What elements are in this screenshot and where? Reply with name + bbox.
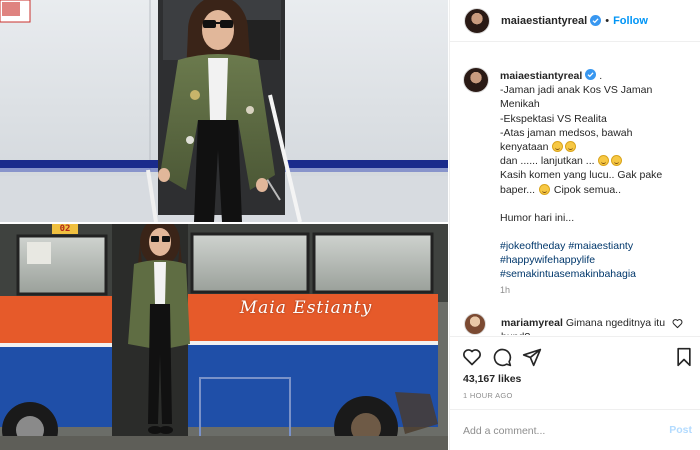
heart-icon[interactable] xyxy=(462,347,482,367)
share-icon[interactable] xyxy=(522,347,542,367)
verified-badge-icon xyxy=(585,69,597,80)
caption-username[interactable]: maiaestiantyreal xyxy=(500,70,582,82)
caption-text: maiaestiantyreal . -Jaman jadi anak Kos … xyxy=(500,69,696,282)
photo-airplane xyxy=(0,0,448,222)
like-count[interactable]: 43,167 likes xyxy=(463,373,521,385)
post-header: maiaestiantyreal • Follow xyxy=(450,0,700,42)
add-comment-bar: Post xyxy=(449,409,700,450)
hashtag-link[interactable]: #jokeoftheday xyxy=(500,240,565,252)
airplane-scene xyxy=(0,0,448,222)
commenter-username[interactable]: mariamyreal xyxy=(501,317,563,329)
caption-line: -Atas jaman medsos, bawah xyxy=(500,126,633,139)
hashtag-link[interactable]: #semakintuasemakinbahagia xyxy=(500,267,696,281)
comment-item: mariamyreal Gimana ngeditnya itu bund? xyxy=(464,313,694,335)
header-username[interactable]: maiaestiantyreal xyxy=(501,15,587,27)
caption-line: Humor hari ini... xyxy=(500,211,575,224)
laughing-emoji-icon xyxy=(552,141,564,153)
comment-icon[interactable] xyxy=(492,347,512,367)
posted-time: 1 HOUR AGO xyxy=(463,391,513,400)
caption-line: . xyxy=(596,70,603,82)
caption-line: -Jaman jadi anak Kos VS Jaman xyxy=(500,84,653,97)
laughing-emoji-icon xyxy=(565,141,577,153)
caption-line: kenyataan xyxy=(500,141,549,154)
comment-like-heart-icon[interactable] xyxy=(672,318,683,329)
avatar[interactable] xyxy=(464,7,490,34)
time-ago: 1h xyxy=(500,285,511,295)
hashtag-link[interactable]: #maiaestianty xyxy=(568,240,633,252)
post-image[interactable]: 02 Maia Estianty xyxy=(0,0,448,450)
action-bar xyxy=(449,336,700,376)
caption-line: dan ...... lanjutkan ... xyxy=(500,155,595,168)
commenter-avatar[interactable] xyxy=(464,313,486,335)
bus-sign-text: Maia Estianty xyxy=(239,298,373,318)
laughing-emoji-icon xyxy=(611,155,623,167)
bus-route-number: 02 xyxy=(52,224,78,234)
caption-line: Menikah xyxy=(500,98,540,111)
post-comment-button[interactable]: Post xyxy=(669,424,692,436)
verified-badge-icon xyxy=(590,15,602,26)
caption-line: Kasih komen yang lucu.. Gak pake xyxy=(500,169,663,182)
hashtag-link[interactable]: #happywifehappylife xyxy=(500,253,696,267)
caption-line: baper... xyxy=(500,183,536,196)
caption-avatar[interactable] xyxy=(463,67,489,93)
header-separator: • xyxy=(605,14,610,27)
comment-text: mariamyreal Gimana ngeditnya itu bund? xyxy=(501,316,671,335)
caption-line: -Ekspektasi VS Realita xyxy=(500,112,607,125)
follow-button[interactable]: Follow xyxy=(613,15,648,27)
comment-input[interactable] xyxy=(463,422,658,439)
bus-scene xyxy=(0,224,448,450)
photo-bus xyxy=(0,224,448,450)
laughing-emoji-icon xyxy=(598,155,610,167)
bookmark-icon[interactable] xyxy=(674,347,694,367)
caption-line: Cipok semua.. xyxy=(553,183,621,196)
laughing-emoji-icon xyxy=(538,183,550,195)
